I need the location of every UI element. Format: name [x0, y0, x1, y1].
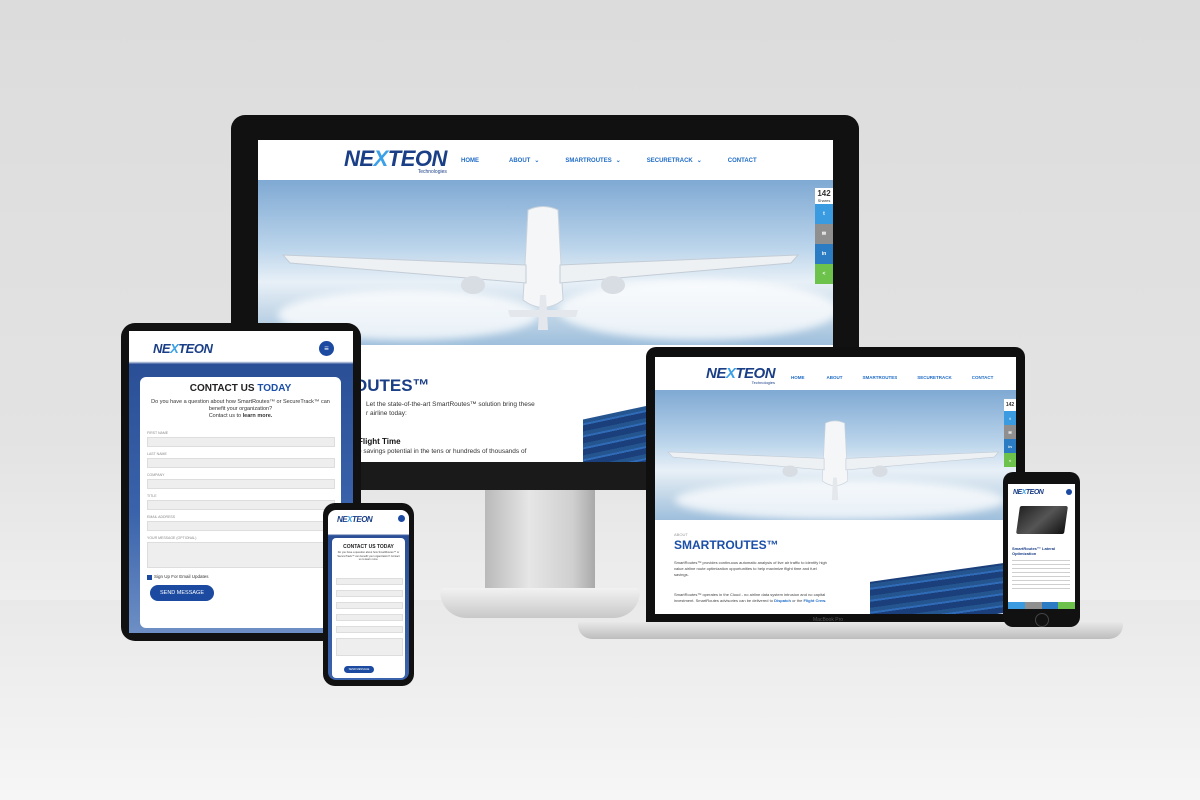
departures-board-image: [870, 562, 1010, 614]
laptop-nav: HOME ABOUT SMARTROUTES SECURETRACK CONTA…: [791, 375, 993, 380]
phone-left-form-card: CONTACT US TODAY Do you have a question …: [332, 538, 405, 678]
share-bar: 142 Shares t ✉ in <: [815, 188, 833, 284]
email-icon[interactable]: [1024, 602, 1042, 609]
form-field[interactable]: [147, 458, 335, 468]
menu-icon[interactable]: ≡: [319, 341, 334, 356]
twitter-icon[interactable]: t: [815, 204, 833, 224]
twitter-icon[interactable]: [1008, 602, 1025, 609]
laptop-para2: SmartRoutes™ operates in the Cloud - no …: [674, 592, 827, 603]
form-field[interactable]: [147, 521, 335, 531]
twitter-icon[interactable]: t: [1004, 411, 1016, 425]
monitor-page-heading: OUTES™: [354, 376, 430, 395]
share-count: 142 Shares: [815, 188, 833, 204]
monitor-stand: [485, 490, 595, 590]
laptop-model-label: MacBook Pro: [813, 617, 844, 623]
phone-field-message[interactable]: [336, 638, 403, 656]
chevron-down-icon: ⌄: [534, 158, 540, 164]
menu-icon[interactable]: [1066, 489, 1072, 495]
tablet-screen: NEXTEON ≡ CONTACT US TODAY Do you have a…: [129, 331, 353, 633]
nav-home[interactable]: HOME: [791, 375, 805, 380]
field-label: FIRST NAME: [147, 431, 169, 435]
phone-left-screen: NEXTEON CONTACT US TODAY Do you have a q…: [328, 510, 409, 680]
main-nav: HOME ABOUT ⌄ SMARTROUTES ⌄ SECURETRACK ⌄ CO…: [461, 157, 757, 165]
field-label: TITLE: [147, 494, 157, 498]
phone-right-screen: NEXTEON SmartRoutes™ Lateral Optimizatio…: [1008, 484, 1075, 609]
laptop-screen: NEXTEON Technologies HOME ABOUT SMARTROU…: [655, 357, 1016, 614]
form-field[interactable]: [147, 500, 335, 510]
monitor-sub-text: e savings potential in the tens or hundr…: [358, 448, 527, 455]
signup-checkbox[interactable]: [147, 575, 152, 580]
nav-about[interactable]: ABOUT: [827, 375, 843, 380]
phone-right-logo[interactable]: NEXTEON: [1013, 489, 1044, 496]
tablet-logo[interactable]: NEXTEON: [153, 342, 213, 355]
flight-crew-link[interactable]: Flight Crew.: [803, 598, 826, 603]
menu-icon[interactable]: [398, 515, 405, 522]
laptop-share-bar: 142 t ✉ in <: [1004, 399, 1016, 467]
email-icon[interactable]: ✉: [1004, 425, 1016, 439]
phone-field-first-name[interactable]: [336, 578, 403, 585]
contact-question: Do you have a question about how SmartRo…: [151, 399, 330, 419]
nav-contact[interactable]: CONTACT: [972, 375, 994, 380]
phone-contact-question: Do you have a question about how SmartRo…: [337, 551, 400, 561]
phone-left-logo[interactable]: NEXTEON: [337, 516, 373, 524]
nav-smartroutes[interactable]: SMARTROUTES: [863, 375, 898, 380]
laptop-heading: SMARTROUTES™: [674, 538, 779, 552]
field-label: EMAIL ADDRESS: [147, 515, 176, 519]
phone-field-company[interactable]: [336, 602, 403, 609]
laptop-hero-image: [655, 390, 1016, 520]
form-field[interactable]: [147, 479, 335, 489]
departures-board-image: [583, 404, 653, 462]
phone-contact-title: CONTACT US TODAY: [343, 544, 394, 550]
monitor-intro-line2: r airline today:: [366, 410, 407, 417]
field-label: YOUR MESSAGE (OPTIONAL): [147, 536, 197, 540]
monitor-subheading: Flight Time: [358, 437, 401, 446]
monitor-intro-line1: Let the state-of-the-art SmartRoutes™ so…: [366, 401, 535, 408]
nav-securetrack[interactable]: SECURETRACK: [647, 158, 693, 164]
linkedin-icon[interactable]: in: [815, 244, 833, 264]
email-icon[interactable]: ✉: [815, 224, 833, 244]
nav-smartroutes[interactable]: SMARTROUTES: [565, 158, 611, 164]
nav-contact[interactable]: CONTACT: [728, 158, 757, 164]
learn-more-link[interactable]: learn more.: [243, 413, 273, 419]
share-icon[interactable]: <: [1004, 453, 1016, 467]
share-icon[interactable]: [1058, 602, 1075, 609]
hero-image: [258, 180, 833, 345]
phone-field-email[interactable]: [336, 626, 403, 633]
airplane-image: [667, 420, 1000, 501]
tablet-device-image: [1016, 506, 1068, 534]
phone-right-home-button[interactable]: [1035, 613, 1049, 627]
send-message-button[interactable]: SEND MESSAGE: [150, 585, 214, 601]
phone-right-share-row: [1008, 602, 1075, 609]
site-header: NEXTEON Technologies HOME ABOUT ⌄ SMARTRO…: [258, 140, 833, 180]
form-field[interactable]: [147, 437, 335, 447]
form-field[interactable]: [147, 542, 335, 568]
phone-field-title[interactable]: [336, 614, 403, 621]
logo[interactable]: NEXTEON Technologies: [344, 148, 447, 175]
contact-title: CONTACT US TODAY: [189, 383, 292, 394]
linkedin-icon[interactable]: in: [1004, 439, 1016, 453]
share-icon[interactable]: <: [815, 264, 833, 284]
chevron-down-icon: ⌄: [615, 158, 621, 164]
field-label: LAST NAME: [147, 452, 167, 456]
nav-home[interactable]: HOME: [461, 158, 479, 164]
chevron-down-icon: ⌄: [696, 158, 702, 164]
nav-securetrack[interactable]: SECURETRACK: [917, 375, 952, 380]
phone-send-message-button[interactable]: SEND MESSAGE: [344, 666, 374, 673]
airplane-image: [281, 206, 800, 330]
monitor-base: [440, 588, 640, 618]
phone-right-text-block: [1012, 560, 1070, 590]
contact-form-card: CONTACT US TODAY Do you have a question …: [140, 377, 341, 628]
dispatch-link[interactable]: Dispatch: [774, 598, 791, 603]
field-label: COMPANY: [147, 473, 165, 477]
phone-right-caption: SmartRoutes™ Lateral Optimization: [1012, 546, 1056, 556]
signup-label: Sign Up For Email Updates: [154, 574, 209, 579]
nav-about[interactable]: ABOUT: [509, 158, 530, 164]
linkedin-icon[interactable]: [1041, 602, 1059, 609]
laptop-breadcrumb[interactable]: ABOUT: [674, 532, 688, 537]
laptop-logo[interactable]: NEXTEON Technologies: [706, 366, 776, 385]
phone-field-last-name[interactable]: [336, 590, 403, 597]
laptop-para1: SmartRoutes™ provides continuous automat…: [674, 560, 827, 577]
